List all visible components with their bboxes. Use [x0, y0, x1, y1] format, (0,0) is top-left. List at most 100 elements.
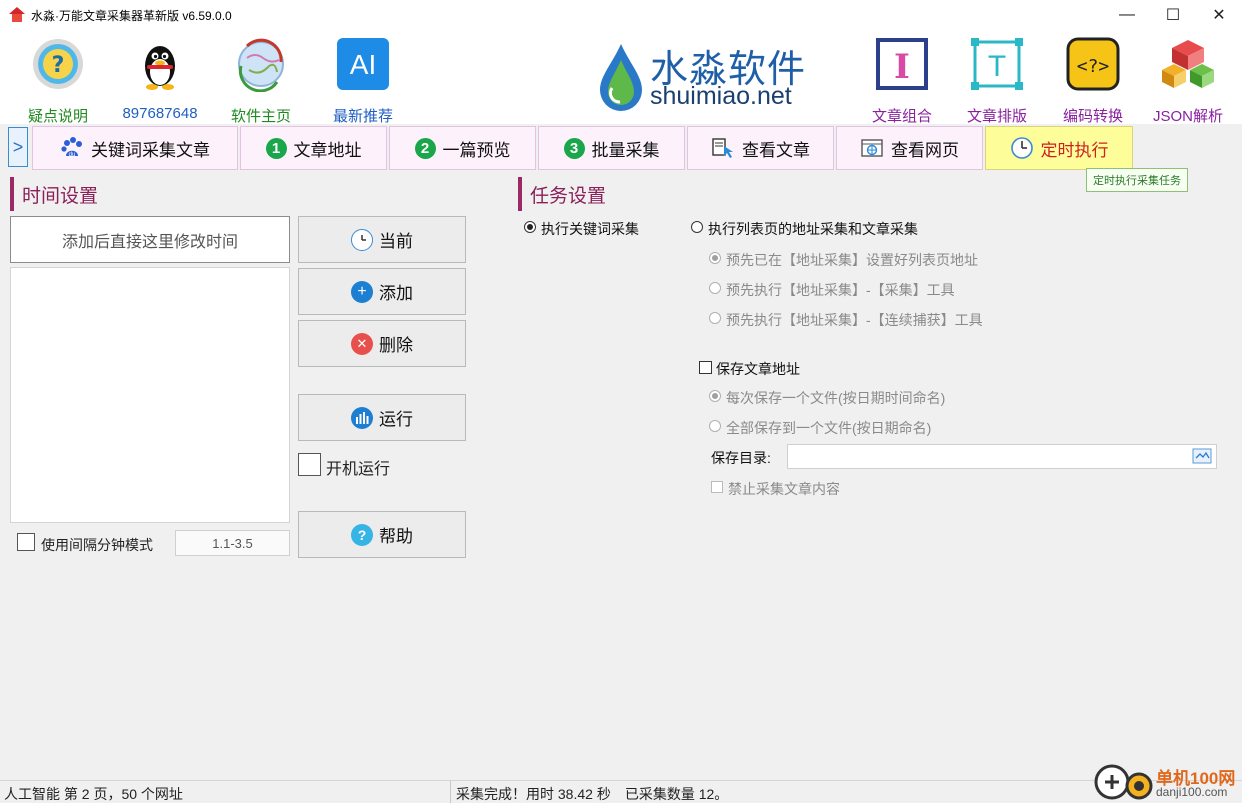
tab-label: 文章地址	[293, 140, 362, 160]
tab-label: 定时执行	[1040, 140, 1109, 160]
status-separator	[450, 781, 451, 803]
current-time-label: 当前	[379, 232, 413, 251]
save-each-radio[interactable]	[709, 390, 721, 402]
time-edit-field[interactable]: 添加后直接这里修改时间	[10, 216, 290, 263]
maximize-button[interactable]: ☐	[1150, 0, 1196, 30]
toolbar-article-layout[interactable]: T 文章排版	[951, 36, 1043, 126]
article-combine-icon: I	[876, 38, 928, 90]
watermark: 单机100网 danji100.com	[1094, 760, 1242, 803]
baidu-paw-icon: du	[60, 136, 84, 160]
interval-mode-checkbox[interactable]	[17, 533, 35, 551]
svg-text:<?>: <?>	[1077, 56, 1110, 77]
run-label: 运行	[379, 410, 413, 429]
water-drop-icon	[600, 44, 642, 111]
toolbar-recommend[interactable]: AI 最新推荐	[317, 36, 409, 126]
interval-mode-label: 使用间隔分钟模式	[41, 537, 153, 553]
tab-label: 查看文章	[742, 140, 810, 160]
view-webpage-icon	[860, 136, 884, 160]
toolbar-article-combine[interactable]: I 文章组合	[856, 36, 948, 126]
ai-icon: AI	[337, 38, 389, 90]
clock-icon	[351, 228, 373, 251]
list-collect-radio[interactable]	[691, 221, 703, 233]
delete-time-button[interactable]: ✕ 删除	[298, 320, 466, 367]
tab-batch-collect[interactable]: 3 批量采集	[538, 126, 685, 170]
help-question-icon: ?	[351, 523, 373, 546]
svg-text:I: I	[894, 47, 910, 87]
task-settings-title: 任务设置	[518, 177, 606, 211]
list-collect-label: 执行列表页的地址采集和文章采集	[708, 221, 918, 237]
watermark-logo-icon	[1094, 764, 1153, 800]
svg-text:AI: AI	[350, 49, 376, 80]
save-each-label: 每次保存一个文件(按日期时间命名)	[726, 390, 946, 406]
tab-label: 一篇预览	[442, 140, 511, 160]
toolbar-qq[interactable]: 897687648	[114, 36, 206, 122]
toolbar-label: 最新推荐	[332, 108, 393, 125]
svg-text:?: ?	[52, 53, 65, 78]
toolbar-homepage[interactable]: 软件主页	[215, 36, 307, 126]
toolbar: ? 疑点说明 897687648 软件主页 AI 最新推荐 水淼软件 shuim…	[0, 30, 1242, 126]
question-icon: ?	[33, 39, 83, 89]
view-article-icon	[711, 136, 735, 160]
save-dir-label: 保存目录:	[711, 450, 771, 466]
add-time-label: 添加	[379, 284, 413, 303]
keyword-collect-label: 执行关键词采集	[541, 221, 639, 237]
plus-icon: +	[351, 280, 373, 303]
browse-folder-icon[interactable]	[1192, 447, 1212, 465]
save-all-radio[interactable]	[709, 420, 721, 432]
close-button[interactable]: ✕	[1196, 0, 1242, 30]
pre-capture-radio[interactable]	[709, 312, 721, 324]
run-bars-icon	[351, 406, 373, 429]
globe-home-icon	[238, 38, 284, 93]
tab-view-webpage[interactable]: 查看网页	[836, 126, 983, 170]
tab-label: 查看网页	[891, 140, 959, 160]
help-button[interactable]: ? 帮助	[298, 511, 466, 558]
tab-collapse-toggle[interactable]: >	[8, 127, 28, 167]
minimize-button[interactable]: —	[1104, 0, 1150, 30]
help-label: 帮助	[379, 527, 413, 546]
startup-run-checkbox[interactable]	[298, 453, 321, 476]
article-layout-icon: T	[971, 38, 1023, 90]
tab-single-preview[interactable]: 2 一篇预览	[389, 126, 536, 170]
preset-list-radio[interactable]	[709, 252, 721, 264]
tab-label: 批量采集	[591, 140, 660, 160]
toolbar-help-notes[interactable]: ? 疑点说明	[12, 36, 104, 126]
toolbar-label: JSON解析	[1152, 108, 1223, 125]
add-time-button[interactable]: + 添加	[298, 268, 466, 315]
tab-scheduled-run[interactable]: 定时执行	[985, 126, 1133, 170]
current-time-button[interactable]: 当前	[298, 216, 466, 263]
app-house-icon	[9, 7, 25, 23]
disable-content-checkbox[interactable]	[711, 481, 723, 493]
status-right: 采集完成！用时 38.42 秒 已采集数量 12。	[456, 786, 729, 802]
number-3-icon: 3	[563, 137, 585, 159]
time-list[interactable]	[10, 267, 290, 523]
qq-penguin-icon	[145, 46, 175, 90]
save-addresses-label: 保存文章地址	[716, 361, 800, 377]
interval-value-field[interactable]: 1.1-3.5	[175, 530, 290, 556]
brand-logo: 水淼软件 shuimiao.net	[596, 38, 816, 114]
svg-text:T: T	[988, 50, 1006, 83]
number-1-icon: 1	[265, 137, 287, 159]
status-left: 人工智能 第 2 页，50 个网址	[4, 786, 183, 802]
tab-bar: > du 关键词采集文章 1 文章地址 2 一篇预览 3 批量采集 查看文章 查…	[0, 124, 1242, 170]
clock-icon	[1010, 136, 1034, 160]
toolbar-label: 897687648	[122, 105, 198, 122]
pre-collect-radio[interactable]	[709, 282, 721, 294]
delete-x-icon: ✕	[351, 332, 373, 355]
status-bar: 人工智能 第 2 页，50 个网址 采集完成！用时 38.42 秒 已采集数量 …	[0, 780, 1242, 803]
save-addresses-checkbox[interactable]	[699, 361, 712, 374]
keyword-collect-radio[interactable]	[524, 221, 536, 233]
tab-article-address[interactable]: 1 文章地址	[240, 126, 387, 170]
tab-view-article[interactable]: 查看文章	[687, 126, 834, 170]
tab-label: 关键词采集文章	[91, 140, 210, 160]
window-title: 水淼·万能文章采集器革新版 v6.59.0.0	[31, 8, 232, 23]
preset-list-label: 预先已在【地址采集】设置好列表页地址	[726, 252, 978, 268]
save-all-label: 全部保存到一个文件(按日期命名)	[726, 420, 932, 436]
run-button[interactable]: 运行	[298, 394, 466, 441]
number-2-icon: 2	[414, 137, 436, 159]
toolbar-label: 编码转换	[1062, 108, 1123, 125]
tab-keyword-collect[interactable]: du 关键词采集文章	[32, 126, 238, 170]
toolbar-encoding[interactable]: <?> 编码转换	[1047, 36, 1139, 126]
save-dir-input[interactable]	[787, 444, 1217, 469]
pre-capture-label: 预先执行【地址采集】-【连续捕获】工具	[726, 312, 983, 328]
toolbar-json-parse[interactable]: JSON解析	[1142, 36, 1234, 126]
